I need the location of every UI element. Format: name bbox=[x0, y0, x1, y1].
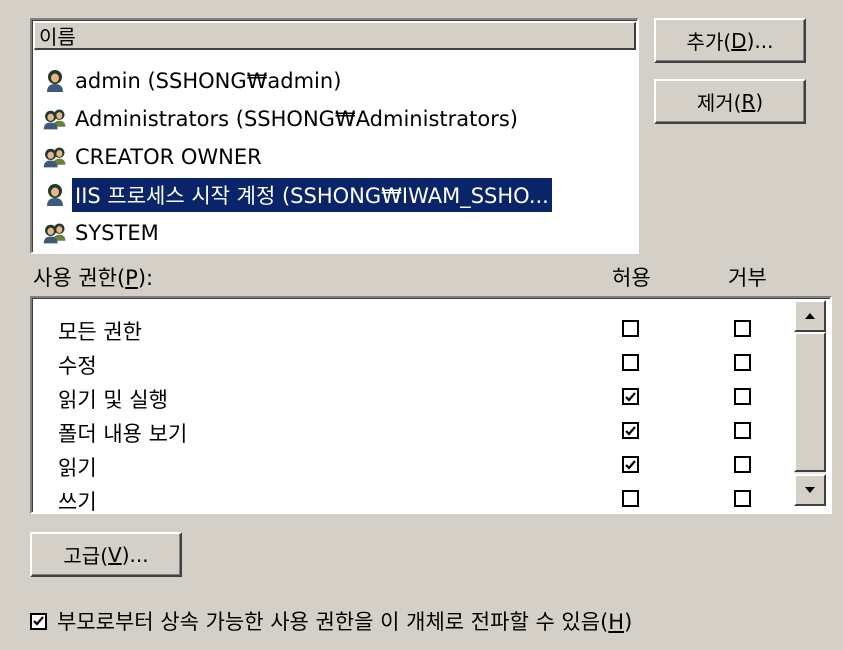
permissions-scrollbar[interactable] bbox=[794, 300, 826, 506]
user-list-item-label: IIS 프로세스 시작 계정 (SSHONG₩IWAM_SSHO... bbox=[71, 177, 553, 213]
scroll-up-button[interactable] bbox=[794, 300, 826, 332]
advanced-button-suffix: )... bbox=[121, 542, 149, 567]
remove-button[interactable]: 제거(R) bbox=[654, 79, 806, 124]
add-button-suffix: )... bbox=[746, 28, 774, 53]
group-icon bbox=[42, 144, 68, 170]
user-icon bbox=[42, 68, 68, 94]
user-list-item[interactable]: SYSTEM bbox=[42, 216, 162, 250]
inherit-label-text: 부모로부터 상속 가능한 사용 권한을 이 개체로 전파할 수 있음( bbox=[57, 610, 609, 634]
permission-name: 쓰기 bbox=[58, 490, 97, 514]
allow-checkbox[interactable] bbox=[622, 354, 639, 371]
deny-column-header: 거부 bbox=[728, 266, 767, 290]
inherit-label-suffix: ) bbox=[624, 610, 633, 634]
deny-checkbox[interactable] bbox=[734, 422, 751, 439]
users-list[interactable]: 이름 admin (SSHONG₩admin) Administrators (S… bbox=[30, 18, 639, 254]
deny-checkbox[interactable] bbox=[734, 490, 751, 507]
add-button-label: 추가( bbox=[686, 30, 732, 54]
remove-button-suffix: ) bbox=[755, 89, 764, 114]
deny-checkbox[interactable] bbox=[734, 388, 751, 405]
inherit-permissions-option[interactable]: 부모로부터 상속 가능한 사용 권한을 이 개체로 전파할 수 있음(H) bbox=[30, 606, 632, 636]
user-list-item[interactable]: IIS 프로세스 시작 계정 (SSHONG₩IWAM_SSHO... bbox=[42, 177, 553, 213]
arrow-up-icon bbox=[805, 313, 815, 319]
permissions-list[interactable]: 모든 권한수정읽기 및 실행폴더 내용 보기읽기쓰기 bbox=[30, 296, 832, 514]
allow-checkbox[interactable] bbox=[622, 456, 639, 473]
user-list-item[interactable]: CREATOR OWNER bbox=[42, 140, 265, 174]
inherit-label: 부모로부터 상속 가능한 사용 권한을 이 개체로 전파할 수 있음(H) bbox=[57, 606, 632, 636]
permission-row: 쓰기 bbox=[58, 482, 798, 514]
permissions-label-hotkey: P bbox=[125, 266, 138, 290]
deny-checkbox[interactable] bbox=[734, 320, 751, 337]
advanced-button[interactable]: 고급(V)... bbox=[30, 532, 182, 577]
remove-button-label: 제거( bbox=[696, 91, 742, 115]
permission-row: 수정 bbox=[58, 346, 798, 380]
permission-row: 폴더 내용 보기 bbox=[58, 414, 798, 448]
permissions-label-suffix: ): bbox=[137, 266, 154, 290]
user-list-item[interactable]: Administrators (SSHONG₩Administrators) bbox=[42, 102, 521, 136]
advanced-button-hotkey: V bbox=[108, 542, 122, 567]
permissions-label-text: 사용 권한( bbox=[33, 266, 126, 290]
permission-row: 읽기 bbox=[58, 448, 798, 482]
group-icon bbox=[42, 106, 68, 132]
scroll-down-button[interactable] bbox=[794, 474, 826, 506]
remove-button-hotkey: R bbox=[741, 89, 756, 114]
allow-column-header: 허용 bbox=[612, 266, 651, 290]
permission-name: 폴더 내용 보기 bbox=[58, 422, 188, 446]
arrow-down-icon bbox=[805, 487, 815, 493]
permissions-label: 사용 권한(P): bbox=[33, 262, 153, 292]
group-icon bbox=[42, 220, 68, 246]
permission-name: 읽기 및 실행 bbox=[58, 388, 168, 412]
permission-row: 읽기 및 실행 bbox=[58, 380, 798, 414]
add-button-hotkey: D bbox=[731, 28, 747, 53]
add-button[interactable]: 추가(D)... bbox=[654, 18, 806, 63]
allow-checkbox[interactable] bbox=[622, 490, 639, 507]
user-list-item-label: SYSTEM bbox=[75, 221, 159, 245]
user-list-item-label: CREATOR OWNER bbox=[75, 145, 262, 169]
permission-name: 모든 권한 bbox=[58, 320, 142, 344]
scroll-thumb[interactable] bbox=[794, 332, 826, 472]
inherit-checkbox[interactable] bbox=[30, 612, 47, 630]
permission-name: 수정 bbox=[58, 354, 97, 378]
deny-checkbox[interactable] bbox=[734, 354, 751, 371]
name-column-label: 이름 bbox=[39, 25, 76, 49]
user-list-item[interactable]: admin (SSHONG₩admin) bbox=[42, 64, 344, 98]
user-icon bbox=[42, 182, 68, 208]
user-list-item-label: Administrators (SSHONG₩Administrators) bbox=[75, 107, 518, 131]
user-list-item-label: admin (SSHONG₩admin) bbox=[75, 69, 342, 93]
deny-checkbox[interactable] bbox=[734, 456, 751, 473]
permission-row: 모든 권한 bbox=[58, 312, 798, 346]
advanced-button-label: 고급( bbox=[63, 544, 109, 568]
permission-name: 읽기 bbox=[58, 456, 97, 480]
allow-checkbox[interactable] bbox=[622, 422, 639, 439]
allow-checkbox[interactable] bbox=[622, 320, 639, 337]
allow-checkbox[interactable] bbox=[622, 388, 639, 405]
inherit-label-hotkey: H bbox=[608, 610, 625, 634]
name-column-header[interactable]: 이름 bbox=[34, 22, 636, 50]
